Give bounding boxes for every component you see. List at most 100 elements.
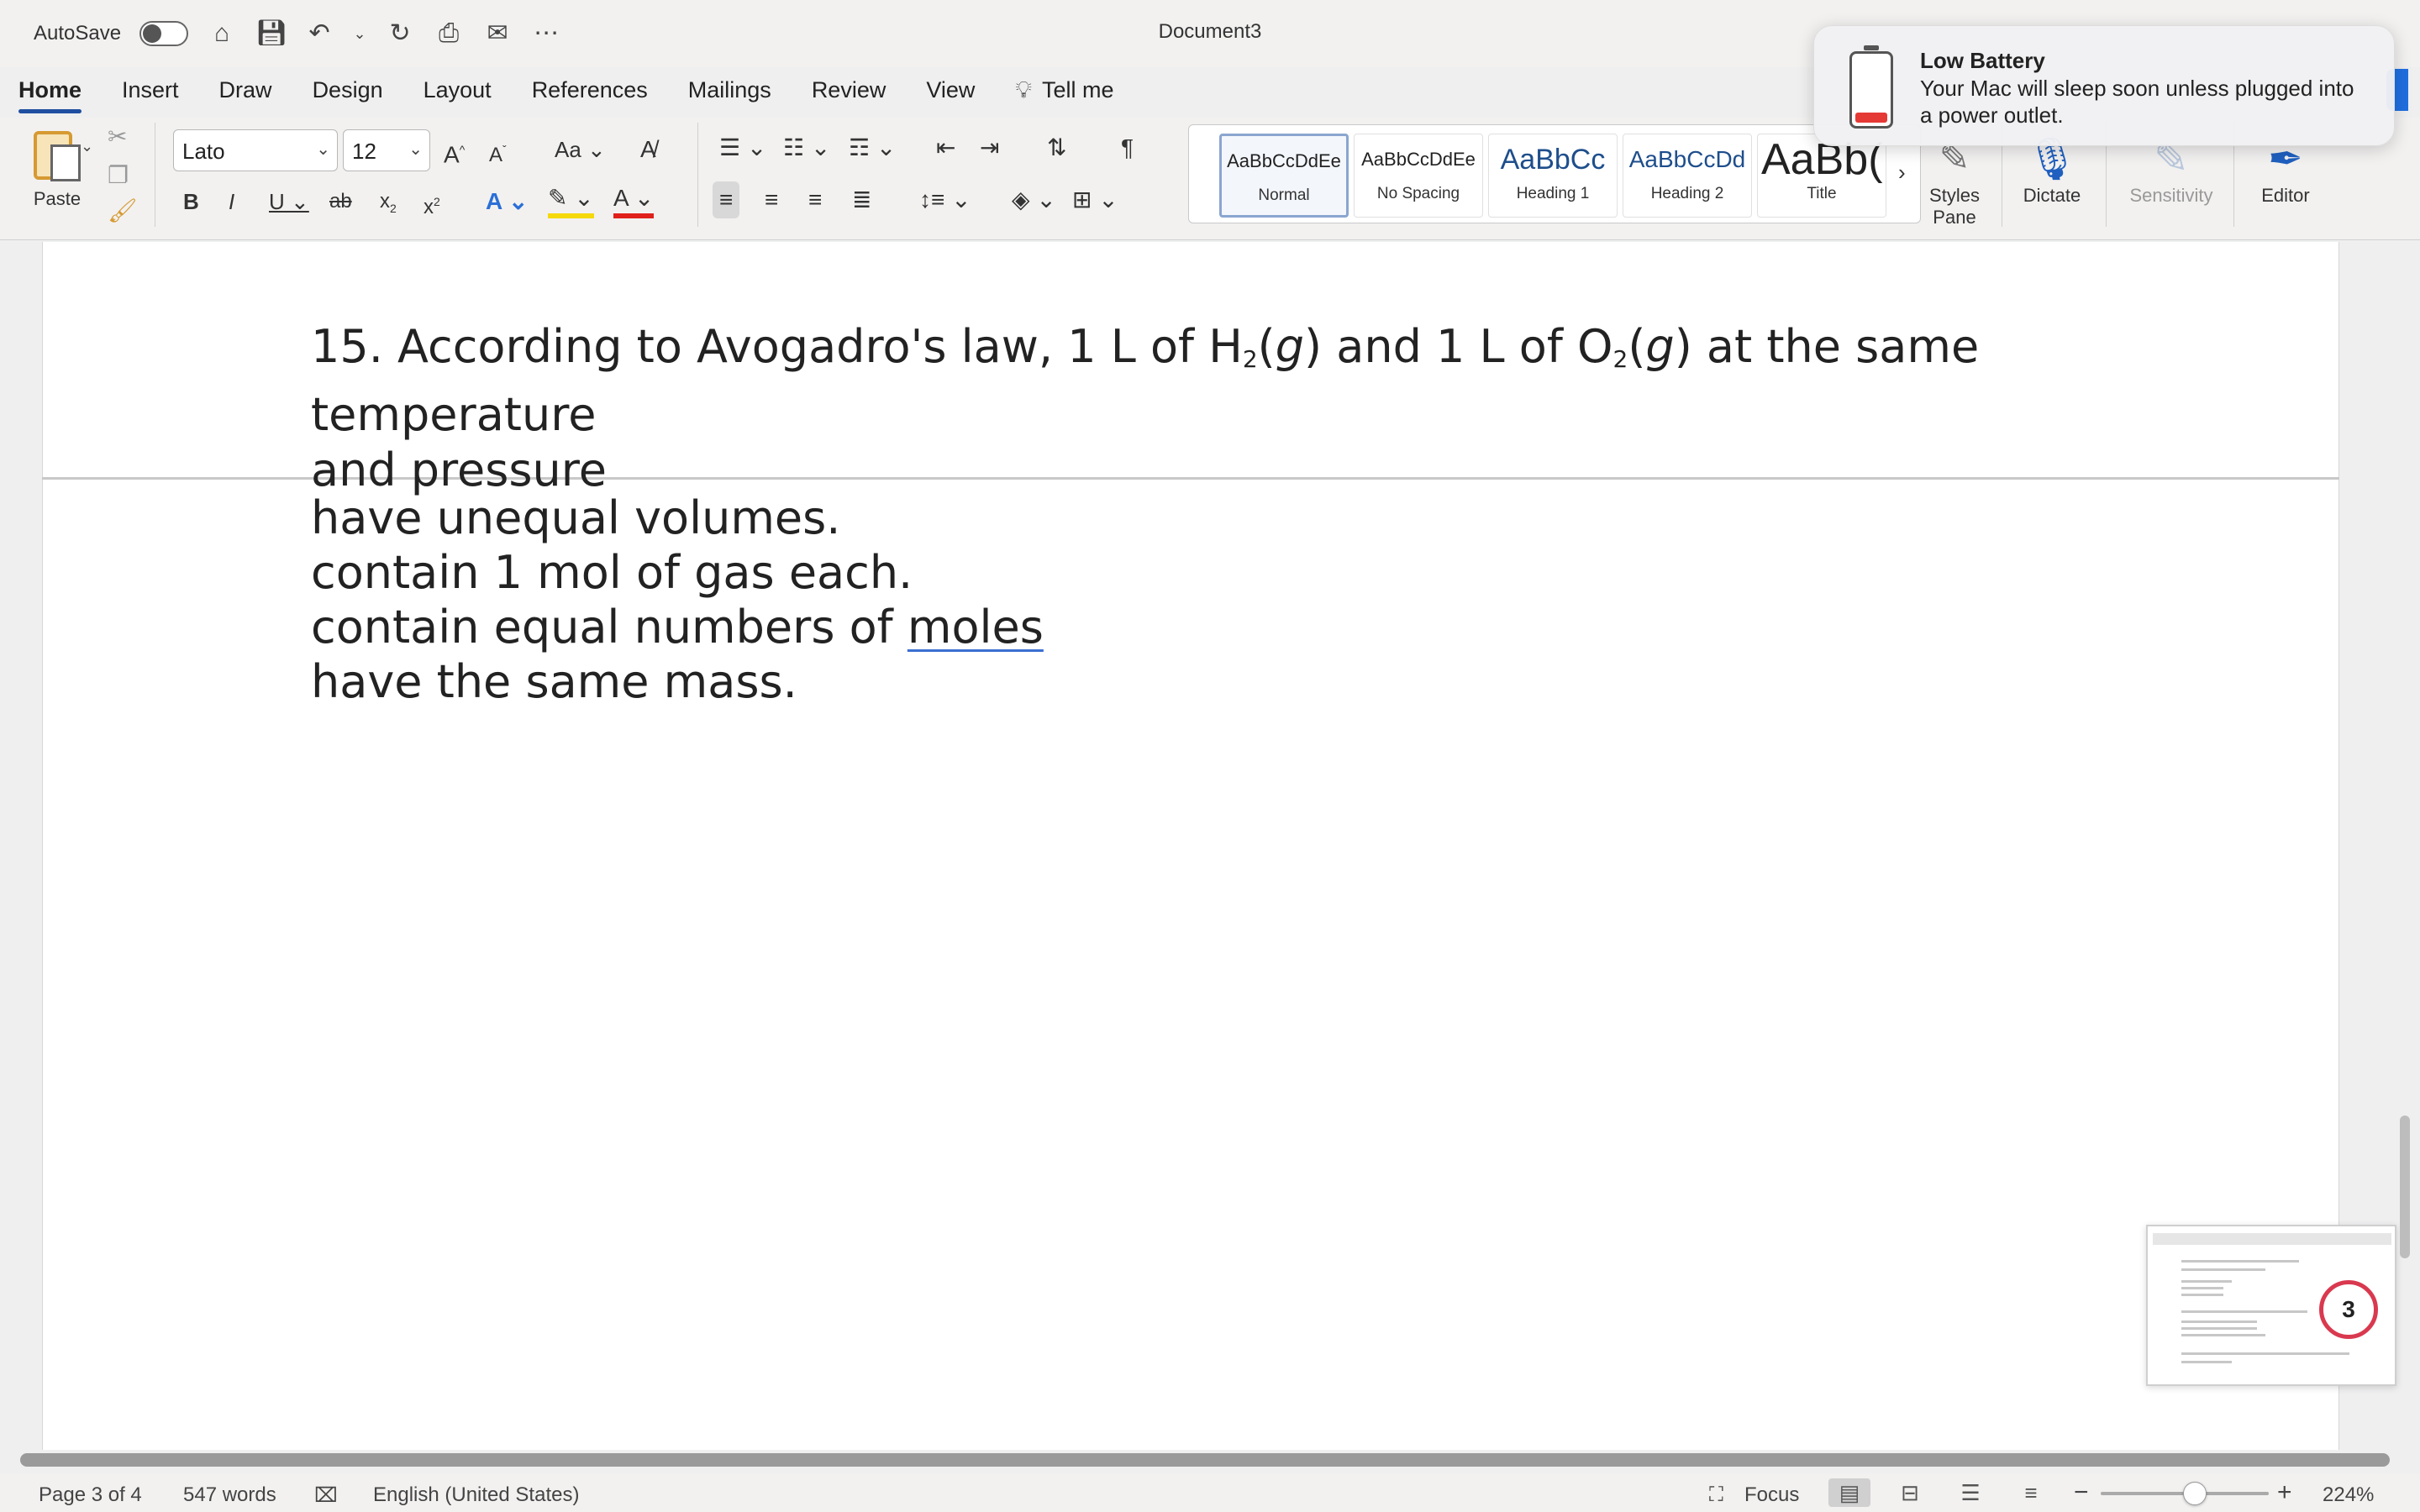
- highlight-icon[interactable]: ✎ ⌄: [548, 183, 594, 218]
- superscript-button[interactable]: x2: [424, 183, 440, 220]
- vertical-scrollbar[interactable]: [2400, 1116, 2410, 1258]
- bold-button[interactable]: B: [183, 183, 199, 220]
- cut-icon[interactable]: ✂: [108, 123, 127, 150]
- thumbnail-text-line: [2181, 1280, 2232, 1283]
- save-icon[interactable]: 💾︎: [255, 17, 287, 50]
- align-left-icon[interactable]: ≡: [713, 181, 740, 218]
- font-name-value: Lato: [182, 139, 225, 164]
- answer-option: contain equal numbers of moles: [311, 600, 1044, 654]
- outline-view-icon[interactable]: ☰: [1949, 1478, 1991, 1507]
- word-count[interactable]: 547 words: [183, 1483, 276, 1507]
- answer-list[interactable]: have unequal volumes. contain 1 mol of g…: [311, 491, 1044, 709]
- font-size-dropdown[interactable]: 12 ⌄: [343, 129, 430, 171]
- ribbon-tabs: Home Insert Draw Design Layout Reference…: [18, 69, 1114, 113]
- thumbnail-text-line: [2181, 1310, 2307, 1313]
- zoom-in-icon[interactable]: +: [2277, 1478, 2292, 1507]
- clear-formatting-icon[interactable]: A̸: [640, 131, 656, 168]
- copy-icon[interactable]: ❐: [108, 161, 129, 189]
- gas-state: g: [1275, 320, 1305, 373]
- question-text[interactable]: 15. According to Avogadro's law, 1 L of …: [311, 319, 2075, 498]
- chevron-down-icon[interactable]: ⌄: [81, 138, 93, 155]
- thumbnail-text-line: [2181, 1320, 2257, 1323]
- styles-pane-button[interactable]: ✎ Styles Pane: [1921, 133, 1988, 228]
- undo-icon[interactable]: ↶: [304, 17, 334, 50]
- tab-layout[interactable]: Layout: [424, 77, 492, 103]
- line-spacing-icon[interactable]: ↕≡ ⌄: [919, 181, 971, 218]
- tab-review[interactable]: Review: [812, 77, 886, 103]
- proofing-icon[interactable]: ⌧: [314, 1483, 338, 1508]
- increase-indent-icon[interactable]: ⇥: [980, 129, 999, 166]
- notification-body: Your Mac will sleep soon unless plugged …: [1920, 76, 2354, 128]
- focus-button[interactable]: Focus: [1744, 1483, 1799, 1507]
- styles-pane-label-1: Styles: [1929, 185, 1980, 206]
- italic-button[interactable]: I: [229, 183, 234, 220]
- redo-icon[interactable]: ↻: [385, 17, 415, 50]
- increase-font-icon[interactable]: A^: [444, 131, 465, 168]
- horizontal-scrollbar[interactable]: [20, 1453, 2390, 1467]
- decrease-indent-icon[interactable]: ⇤: [936, 129, 955, 166]
- page-count[interactable]: Page 3 of 4: [39, 1483, 142, 1507]
- align-center-icon[interactable]: ≡: [765, 181, 778, 218]
- subscript-button[interactable]: x2: [380, 183, 397, 220]
- lightbulb-icon: 💡︎: [1015, 76, 1032, 102]
- question-paren: (: [1257, 320, 1276, 373]
- tab-references[interactable]: References: [532, 77, 648, 103]
- align-right-icon[interactable]: ≡: [808, 181, 822, 218]
- sort-icon[interactable]: ⇅: [1047, 129, 1066, 166]
- tab-home[interactable]: Home: [18, 77, 82, 113]
- tab-design[interactable]: Design: [313, 77, 383, 103]
- font-name-dropdown[interactable]: Lato ⌄: [173, 129, 338, 171]
- tab-insert[interactable]: Insert: [122, 77, 179, 103]
- more-icon[interactable]: ⋯: [531, 17, 561, 50]
- home-icon[interactable]: ⌂: [207, 17, 237, 50]
- change-case-label: Aa: [555, 137, 581, 162]
- focus-icon[interactable]: ⛶: [1709, 1483, 1723, 1507]
- tab-view[interactable]: View: [926, 77, 975, 103]
- zoom-out-icon[interactable]: −: [2074, 1478, 2089, 1507]
- style-heading-1[interactable]: AaBbCc Heading 1: [1488, 134, 1618, 218]
- borders-icon[interactable]: ⊞ ⌄: [1072, 181, 1118, 218]
- question-line-2: and pressure: [311, 444, 608, 496]
- quick-access-toolbar: AutoSave ⌂ 💾︎ ↶ ⌄ ↻ ⎙ ✉ ⋯: [34, 17, 561, 50]
- show-formatting-icon[interactable]: ¶: [1121, 129, 1134, 166]
- style-no-spacing[interactable]: AaBbCcDdEe No Spacing: [1354, 134, 1483, 218]
- style-heading-2[interactable]: AaBbCcDd Heading 2: [1623, 134, 1752, 218]
- answer-option: have unequal volumes.: [311, 491, 841, 544]
- chevron-right-icon[interactable]: ›: [1898, 154, 1906, 191]
- mail-icon[interactable]: ✉: [482, 17, 513, 50]
- zoom-level[interactable]: 224%: [2323, 1483, 2374, 1507]
- style-normal[interactable]: AaBbCcDdEe Normal: [1219, 134, 1349, 218]
- tab-draw[interactable]: Draw: [219, 77, 272, 103]
- question-paren: (: [1628, 320, 1646, 373]
- low-battery-notification[interactable]: Low Battery Your Mac will sleep soon unl…: [1813, 25, 2395, 146]
- autosave-toggle[interactable]: [139, 21, 189, 46]
- strikethrough-button[interactable]: ab: [329, 183, 352, 220]
- style-preview: AaBbCcDdEe: [1361, 149, 1476, 170]
- format-painter-icon[interactable]: 🖌︎: [108, 197, 138, 224]
- text-effects-icon[interactable]: A ⌄: [486, 183, 528, 220]
- tell-me-box[interactable]: 💡︎ Tell me: [1015, 76, 1113, 104]
- change-case-button[interactable]: Aa ⌄: [555, 131, 606, 168]
- multilevel-list-icon[interactable]: ☶ ⌄: [849, 129, 896, 166]
- notification-title: Low Battery: [1920, 48, 2045, 73]
- style-title[interactable]: AaBb( Title: [1757, 134, 1886, 218]
- print-icon[interactable]: ⎙: [434, 17, 464, 50]
- answer-text: contain equal numbers of: [311, 601, 908, 654]
- tab-mailings[interactable]: Mailings: [688, 77, 771, 103]
- web-layout-icon[interactable]: ⊟: [1889, 1478, 1931, 1507]
- chevron-down-icon[interactable]: ⌄: [353, 17, 366, 50]
- bullets-icon[interactable]: ☰ ⌄: [719, 129, 766, 166]
- editor-label: Editor: [2261, 185, 2310, 206]
- decrease-font-icon[interactable]: Aˇ: [489, 131, 507, 168]
- underline-button[interactable]: U ⌄: [269, 183, 309, 220]
- language[interactable]: English (United States): [373, 1483, 579, 1507]
- numbering-icon[interactable]: ☷ ⌄: [783, 129, 830, 166]
- grammar-underlined-word[interactable]: moles: [908, 601, 1044, 654]
- print-layout-icon[interactable]: ▤: [1828, 1478, 1870, 1507]
- thumbnail-text-line: [2181, 1260, 2299, 1263]
- zoom-slider-knob[interactable]: [2183, 1482, 2207, 1505]
- draft-view-icon[interactable]: ≡: [2010, 1478, 2052, 1507]
- font-color-icon[interactable]: A ⌄: [613, 183, 655, 218]
- justify-icon[interactable]: ≣: [852, 181, 871, 218]
- shading-icon[interactable]: ◈ ⌄: [1012, 181, 1056, 218]
